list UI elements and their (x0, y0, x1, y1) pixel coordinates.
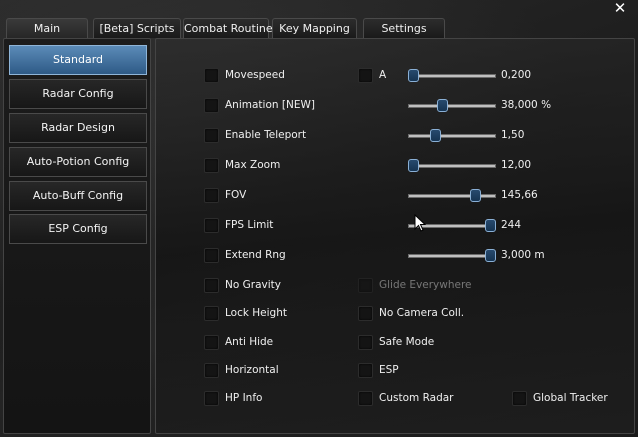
fps-row: FPS Limit 244 (156, 218, 634, 234)
animation-row: Animation [NEW] 38,000 % (156, 98, 634, 114)
slider-track (408, 74, 496, 78)
teleport-label: Enable Teleport (225, 129, 307, 141)
nogravity-checkbox[interactable] (204, 278, 219, 293)
antihide-checkbox[interactable] (204, 335, 219, 350)
extend-label: Extend Rng (225, 249, 286, 261)
tab-key-mapping[interactable]: Key Mapping (272, 18, 357, 38)
app-window: ✕ Main [Beta] Scripts Combat Routine Key… (0, 0, 638, 437)
animation-slider[interactable] (408, 98, 496, 114)
movespeed-value: 0,200 (501, 69, 532, 81)
extend-slider[interactable] (408, 248, 496, 264)
teleport-row: Enable Teleport 1,50 (156, 128, 634, 144)
extend-value: 3,000 m (501, 249, 545, 261)
tab-main[interactable]: Main (6, 18, 88, 39)
slider-thumb[interactable] (437, 99, 448, 112)
safemode-checkbox[interactable] (358, 335, 373, 350)
extend-checkbox[interactable] (204, 248, 219, 263)
movespeed-row: Movespeed A 0,200 (156, 68, 634, 84)
nocamcoll-label: No Camera Coll. (379, 307, 465, 319)
hpinfo-row: HP Info Custom Radar Global Tracker (156, 391, 634, 407)
nogravity-row: No Gravity Glide Everywhere (156, 278, 634, 294)
tab-beta-scripts[interactable]: [Beta] Scripts (93, 18, 181, 38)
tab-settings[interactable]: Settings (363, 18, 445, 38)
maxzoom-label: Max Zoom (225, 159, 281, 171)
sidebar-item-standard[interactable]: Standard (9, 45, 147, 75)
teleport-value: 1,50 (501, 129, 525, 141)
hpinfo-checkbox[interactable] (204, 391, 219, 406)
sidebar-item-radar-design[interactable]: Radar Design (9, 113, 147, 143)
slider-thumb[interactable] (430, 129, 441, 142)
fps-value: 244 (501, 219, 522, 231)
horizontal-row: Horizontal ESP (156, 363, 634, 379)
globaltracker-checkbox[interactable] (512, 391, 527, 406)
settings-panel: Movespeed A 0,200 Animation [NEW] 38,000… (155, 38, 635, 434)
fov-checkbox[interactable] (204, 188, 219, 203)
slider-track (408, 254, 496, 258)
fov-label: FOV (225, 189, 247, 201)
maxzoom-value: 12,00 (501, 159, 532, 171)
maxzoom-checkbox[interactable] (204, 158, 219, 173)
nogravity-label: No Gravity (225, 279, 281, 291)
movespeed-a-label: A (379, 69, 387, 81)
teleport-slider[interactable] (408, 128, 496, 144)
mouse-pointer-icon (414, 214, 426, 232)
horizontal-checkbox[interactable] (204, 363, 219, 378)
maxzoom-slider[interactable] (408, 158, 496, 174)
globaltracker-label: Global Tracker (533, 392, 608, 404)
sidebar: Standard Radar Config Radar Design Auto-… (3, 38, 151, 434)
slider-thumb[interactable] (408, 69, 419, 82)
slider-thumb[interactable] (485, 219, 496, 232)
close-icon[interactable]: ✕ (612, 0, 628, 16)
hpinfo-label: HP Info (225, 392, 263, 404)
fps-checkbox[interactable] (204, 218, 219, 233)
glide-label: Glide Everywhere (379, 279, 472, 291)
glide-checkbox (358, 278, 373, 293)
safemode-label: Safe Mode (379, 336, 435, 348)
animation-label: Animation [NEW] (225, 99, 315, 111)
slider-thumb[interactable] (485, 249, 496, 262)
slider-track (408, 194, 496, 198)
slider-track (408, 134, 496, 138)
lockheight-label: Lock Height (225, 307, 287, 319)
lockheight-checkbox[interactable] (204, 306, 219, 321)
sidebar-item-auto-buff-config[interactable]: Auto-Buff Config (9, 181, 147, 211)
nocamcoll-checkbox[interactable] (358, 306, 373, 321)
slider-track (408, 164, 496, 168)
movespeed-checkbox[interactable] (204, 68, 219, 83)
extend-row: Extend Rng 3,000 m (156, 248, 634, 264)
esp-checkbox[interactable] (358, 363, 373, 378)
sidebar-item-esp-config[interactable]: ESP Config (9, 214, 147, 244)
antihide-label: Anti Hide (225, 336, 274, 348)
customradar-label: Custom Radar (379, 392, 454, 404)
horizontal-label: Horizontal (225, 364, 279, 376)
fov-value: 145,66 (501, 189, 538, 201)
sidebar-item-auto-potion-config[interactable]: Auto-Potion Config (9, 147, 147, 177)
customradar-checkbox[interactable] (358, 391, 373, 406)
fov-slider[interactable] (408, 188, 496, 204)
esp-label: ESP (379, 364, 399, 376)
slider-thumb[interactable] (470, 189, 481, 202)
sidebar-item-radar-config[interactable]: Radar Config (9, 79, 147, 109)
teleport-checkbox[interactable] (204, 128, 219, 143)
fov-row: FOV 145,66 (156, 188, 634, 204)
movespeed-a-checkbox[interactable] (358, 68, 373, 83)
slider-track (408, 104, 496, 108)
movespeed-slider[interactable] (408, 68, 496, 84)
lockheight-row: Lock Height No Camera Coll. (156, 306, 634, 322)
maxzoom-row: Max Zoom 12,00 (156, 158, 634, 174)
animation-checkbox[interactable] (204, 98, 219, 113)
movespeed-label: Movespeed (225, 69, 285, 81)
slider-thumb[interactable] (408, 159, 419, 172)
animation-value: 38,000 % (501, 99, 552, 111)
antihide-row: Anti Hide Safe Mode (156, 335, 634, 351)
tab-combat-routine[interactable]: Combat Routine (183, 18, 273, 38)
fps-label: FPS Limit (225, 219, 274, 231)
